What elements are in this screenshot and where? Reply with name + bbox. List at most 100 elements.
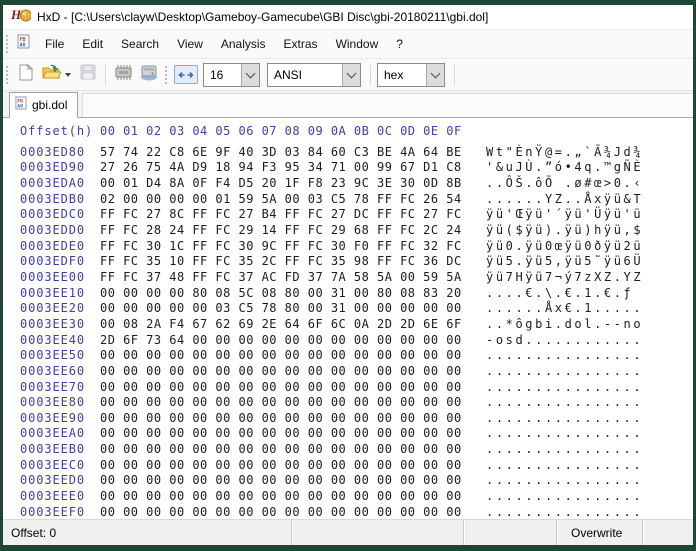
row-bytes[interactable]: 00 00 00 00 00 00 00 00 00 00 00 00 00 0… — [100, 380, 486, 396]
hex-row[interactable]: 0003EEE000 00 00 00 00 00 00 00 00 00 00… — [20, 489, 693, 505]
row-ascii[interactable]: ..ÔŠ.ôÕ .ø#œ>0.‹ — [486, 176, 643, 192]
hex-row[interactable]: 0003EEA000 00 00 00 00 00 00 00 00 00 00… — [20, 426, 693, 442]
hex-row[interactable]: 0003EDB002 00 00 00 00 01 59 5A 00 03 C5… — [20, 192, 693, 208]
hex-row[interactable]: 0003EE8000 00 00 00 00 00 00 00 00 00 00… — [20, 395, 693, 411]
hex-row[interactable]: 0003EE6000 00 00 00 00 00 00 00 00 00 00… — [20, 364, 693, 380]
hex-row[interactable]: 0003EE2000 00 00 00 00 03 C5 78 80 00 31… — [20, 301, 693, 317]
row-bytes[interactable]: 2D 6F 73 64 00 00 00 00 00 00 00 00 00 0… — [100, 333, 486, 349]
tab-gbi-dol[interactable]: FB A0 gbi.dol — [9, 92, 78, 118]
row-ascii[interactable]: ................ — [486, 442, 643, 458]
menu-help[interactable]: ? — [387, 33, 412, 55]
toolbar-grip[interactable] — [6, 66, 8, 84]
row-ascii[interactable]: ................ — [486, 411, 643, 427]
menu-search[interactable]: Search — [112, 33, 168, 55]
document-icon[interactable]: FB A0 — [17, 34, 30, 54]
open-dropdown-arrow-icon[interactable] — [65, 73, 71, 77]
row-ascii[interactable]: ÿü0.ÿü0œÿü0ðÿü2ü — [486, 239, 643, 255]
row-ascii[interactable]: ................ — [486, 348, 643, 364]
hex-row[interactable]: 0003ED8057 74 22 C8 6E 9F 40 3D 03 84 60… — [20, 145, 693, 161]
hex-row[interactable]: 0003EDC0FF FC 27 8C FF FC 27 B4 FF FC 27… — [20, 207, 693, 223]
hex-row[interactable]: 0003EED000 00 00 00 00 00 00 00 00 00 00… — [20, 473, 693, 489]
row-bytes[interactable]: 00 00 00 00 00 00 00 00 00 00 00 00 00 0… — [100, 348, 486, 364]
open-file-button[interactable] — [39, 63, 63, 87]
hex-row[interactable]: 0003EEF000 00 00 00 00 00 00 00 00 00 00… — [20, 505, 693, 519]
row-bytes[interactable]: 00 00 00 00 00 00 00 00 00 00 00 00 00 0… — [100, 458, 486, 474]
row-bytes[interactable]: 00 00 00 00 00 00 00 00 00 00 00 00 00 0… — [100, 489, 486, 505]
menu-file[interactable]: File — [36, 33, 73, 55]
row-ascii[interactable]: ....€.\.€.1.€.ƒ — [486, 286, 643, 302]
menu-window[interactable]: Window — [327, 33, 388, 55]
bytes-per-row-select[interactable]: 16 — [203, 63, 260, 87]
row-ascii[interactable]: ÿü($ÿü).ÿü)hÿü,$ — [486, 223, 643, 239]
row-bytes[interactable]: 27 26 75 4A D9 18 94 F3 95 34 71 00 99 6… — [100, 160, 486, 176]
row-ascii[interactable]: ................ — [486, 380, 643, 396]
hex-row[interactable]: 0003EDF0FF FC 35 10 FF FC 35 2C FF FC 35… — [20, 254, 693, 270]
encoding-select[interactable]: ANSI — [267, 63, 361, 87]
row-bytes[interactable]: FF FC 35 10 FF FC 35 2C FF FC 35 98 FF F… — [100, 254, 486, 270]
row-bytes[interactable]: 00 00 00 00 00 03 C5 78 80 00 31 00 00 0… — [100, 301, 486, 317]
menu-view[interactable]: View — [168, 33, 212, 55]
row-bytes[interactable]: 00 00 00 00 80 08 5C 08 80 00 31 00 80 0… — [100, 286, 486, 302]
row-ascii[interactable]: ................ — [486, 458, 643, 474]
hex-row[interactable]: 0003EE1000 00 00 00 80 08 5C 08 80 00 31… — [20, 286, 693, 302]
hex-row[interactable]: 0003EDA000 01 D4 8A 0F F4 D5 20 1F F8 23… — [20, 176, 693, 192]
hex-row[interactable]: 0003EE9000 00 00 00 00 00 00 00 00 00 00… — [20, 411, 693, 427]
encoding-dropdown-button[interactable] — [342, 64, 360, 86]
row-bytes[interactable]: 00 00 00 00 00 00 00 00 00 00 00 00 00 0… — [100, 505, 486, 519]
offset-base-dropdown-button[interactable] — [426, 64, 444, 86]
toolbar-grip-2[interactable] — [165, 66, 167, 84]
save-button[interactable] — [76, 63, 100, 87]
menu-edit[interactable]: Edit — [73, 33, 112, 55]
row-ascii[interactable]: ................ — [486, 395, 643, 411]
open-ram-button[interactable] — [111, 63, 135, 87]
hex-row[interactable]: 0003EE00FF FC 37 48 FF FC 37 AC FD 37 7A… — [20, 270, 693, 286]
row-ascii[interactable]: ................ — [486, 489, 643, 505]
row-ascii[interactable]: ................ — [486, 426, 643, 442]
row-ascii[interactable]: ÿü5.ÿü5,ÿü5˜ÿü6Ü — [486, 254, 643, 270]
row-bytes[interactable]: 57 74 22 C8 6E 9F 40 3D 03 84 60 C3 BE 4… — [100, 145, 486, 161]
hex-row[interactable]: 0003EE7000 00 00 00 00 00 00 00 00 00 00… — [20, 380, 693, 396]
row-bytes[interactable]: 02 00 00 00 00 01 59 5A 00 03 C5 78 FF F… — [100, 192, 486, 208]
menu-analysis[interactable]: Analysis — [212, 33, 275, 55]
hex-row[interactable]: 0003EE5000 00 00 00 00 00 00 00 00 00 00… — [20, 348, 693, 364]
row-bytes[interactable]: 00 00 00 00 00 00 00 00 00 00 00 00 00 0… — [100, 411, 486, 427]
row-bytes[interactable]: FF FC 30 1C FF FC 30 9C FF FC 30 F0 FF F… — [100, 239, 486, 255]
title-bar: Hx HxD - [C:\Users\clayw\Desktop\Gameboy… — [3, 5, 693, 29]
row-ascii[interactable]: ................ — [486, 364, 643, 380]
hex-row[interactable]: 0003EDD0FF FC 28 24 FF FC 29 14 FF FC 29… — [20, 223, 693, 239]
row-bytes[interactable]: 00 00 00 00 00 00 00 00 00 00 00 00 00 0… — [100, 473, 486, 489]
row-ascii[interactable]: '&uJÙ.”ó•4q.™gÑÈ — [486, 160, 643, 176]
menu-extras[interactable]: Extras — [275, 33, 327, 55]
hex-row[interactable]: 0003ED9027 26 75 4A D9 18 94 F3 95 34 71… — [20, 160, 693, 176]
offset-base-select[interactable]: hex — [377, 63, 445, 87]
new-file-button[interactable] — [13, 63, 37, 87]
hex-editor[interactable]: Offset(h) 00 01 02 03 04 05 06 07 08 09 … — [3, 118, 693, 519]
hex-row[interactable]: 0003EE3000 08 2A F4 67 62 69 2E 64 6F 6C… — [20, 317, 693, 333]
bytes-per-row-dropdown-button[interactable] — [241, 64, 259, 86]
row-ascii[interactable]: ÿü'Œÿü'´ÿü'Üÿü'ü — [486, 207, 643, 223]
hex-row[interactable]: 0003EE402D 6F 73 64 00 00 00 00 00 00 00… — [20, 333, 693, 349]
row-ascii[interactable]: ................ — [486, 473, 643, 489]
hex-row[interactable]: 0003EDE0FF FC 30 1C FF FC 30 9C FF FC 30… — [20, 239, 693, 255]
row-bytes[interactable]: 00 00 00 00 00 00 00 00 00 00 00 00 00 0… — [100, 426, 486, 442]
row-bytes[interactable]: 00 00 00 00 00 00 00 00 00 00 00 00 00 0… — [100, 364, 486, 380]
row-ascii[interactable]: ................ — [486, 505, 643, 519]
row-bytes[interactable]: 00 00 00 00 00 00 00 00 00 00 00 00 00 0… — [100, 395, 486, 411]
row-bytes[interactable]: 00 00 00 00 00 00 00 00 00 00 00 00 00 0… — [100, 442, 486, 458]
menubar-grip[interactable] — [6, 35, 8, 53]
open-disk-button[interactable] — [137, 63, 161, 87]
row-ascii[interactable]: Wt"ÈnŸ@=.„`Ã¾Jd¾ — [486, 145, 643, 161]
row-bytes[interactable]: FF FC 37 48 FF FC 37 AC FD 37 7A 58 5A 0… — [100, 270, 486, 286]
hex-row[interactable]: 0003EEB000 00 00 00 00 00 00 00 00 00 00… — [20, 442, 693, 458]
row-ascii[interactable]: ..*ôgbi.dol.--no — [486, 317, 643, 333]
row-ascii[interactable]: ÿü7Hÿü7¬ý7zXZ.YZ — [486, 270, 643, 286]
row-ascii[interactable]: ......YZ..Åxÿü&T — [486, 192, 643, 208]
row-bytes[interactable]: 00 01 D4 8A 0F F4 D5 20 1F F8 23 9C 3E 3… — [100, 176, 486, 192]
row-ascii[interactable]: -osd............ — [486, 333, 643, 349]
row-bytes[interactable]: FF FC 28 24 FF FC 29 14 FF FC 29 68 FF F… — [100, 223, 486, 239]
hex-row[interactable]: 0003EEC000 00 00 00 00 00 00 00 00 00 00… — [20, 458, 693, 474]
row-bytes[interactable]: FF FC 27 8C FF FC 27 B4 FF FC 27 DC FF F… — [100, 207, 486, 223]
status-mode[interactable]: Overwrite — [557, 520, 643, 545]
row-ascii[interactable]: ......Åx€.1..... — [486, 301, 643, 317]
row-bytes[interactable]: 00 08 2A F4 67 62 69 2E 64 6F 6C 0A 2D 2… — [100, 317, 486, 333]
